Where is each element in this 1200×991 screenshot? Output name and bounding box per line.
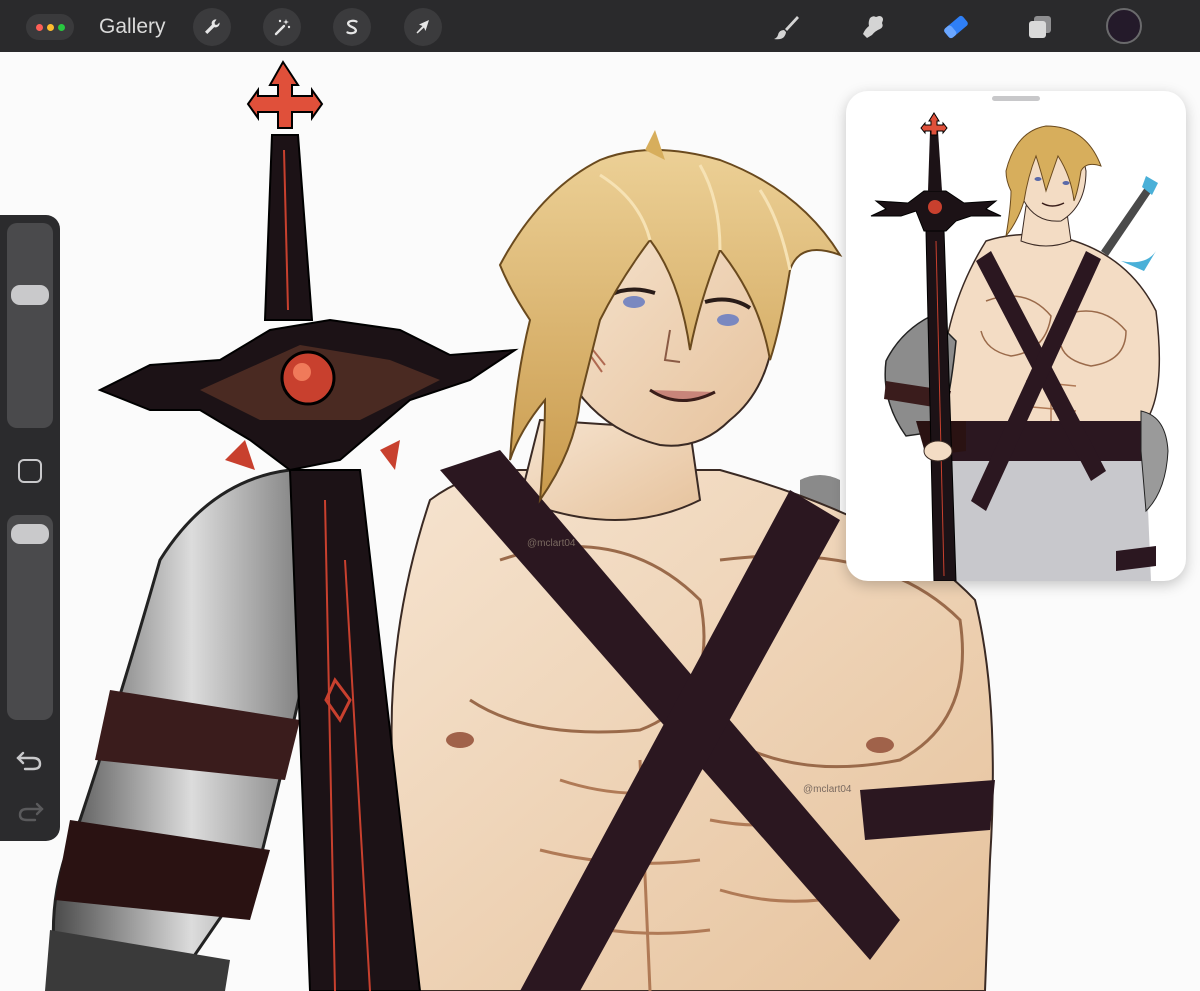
smudge-tool-button[interactable] <box>854 9 890 45</box>
gallery-button[interactable]: Gallery <box>99 14 166 40</box>
reference-panel[interactable] <box>846 91 1186 581</box>
opacity-thumb[interactable] <box>11 524 49 545</box>
yellow-dot-icon <box>46 23 54 31</box>
eraser-icon <box>944 15 968 39</box>
green-dot-icon <box>57 23 65 31</box>
sword-pommel <box>246 60 324 129</box>
window-menu-button[interactable] <box>26 14 74 40</box>
brush-icon <box>774 16 799 40</box>
selection-button[interactable] <box>333 8 371 46</box>
layers-button[interactable] <box>1022 9 1058 45</box>
smudge-icon <box>863 16 883 38</box>
adjustments-button[interactable] <box>263 8 301 46</box>
brush-tool-button[interactable] <box>769 9 805 45</box>
red-dot-icon <box>35 23 43 31</box>
watermark-text: @mclart04 <box>527 538 576 549</box>
color-picker-button[interactable] <box>1106 8 1142 44</box>
layers-icon <box>1029 16 1051 38</box>
modify-square-icon[interactable] <box>18 459 42 483</box>
brush-size-slider[interactable] <box>7 223 53 428</box>
brush-size-thumb[interactable] <box>11 285 49 306</box>
transform-button[interactable] <box>404 8 442 46</box>
brush-sidebar <box>0 215 60 841</box>
eraser-tool-button[interactable] <box>938 9 974 45</box>
top-toolbar: Gallery <box>0 0 1200 52</box>
magic-wand-icon <box>274 19 291 36</box>
wrench-icon <box>205 19 220 34</box>
reference-drag-handle[interactable] <box>992 96 1040 101</box>
undo-icon[interactable] <box>15 748 45 772</box>
reference-image <box>870 112 1169 581</box>
arrow-cursor-icon <box>416 20 429 34</box>
redo-icon[interactable] <box>15 799 45 823</box>
actions-button[interactable] <box>193 8 231 46</box>
opacity-slider[interactable] <box>7 515 53 720</box>
selection-s-icon <box>346 19 358 35</box>
watermark-text-2: @mclart04 <box>803 784 852 795</box>
